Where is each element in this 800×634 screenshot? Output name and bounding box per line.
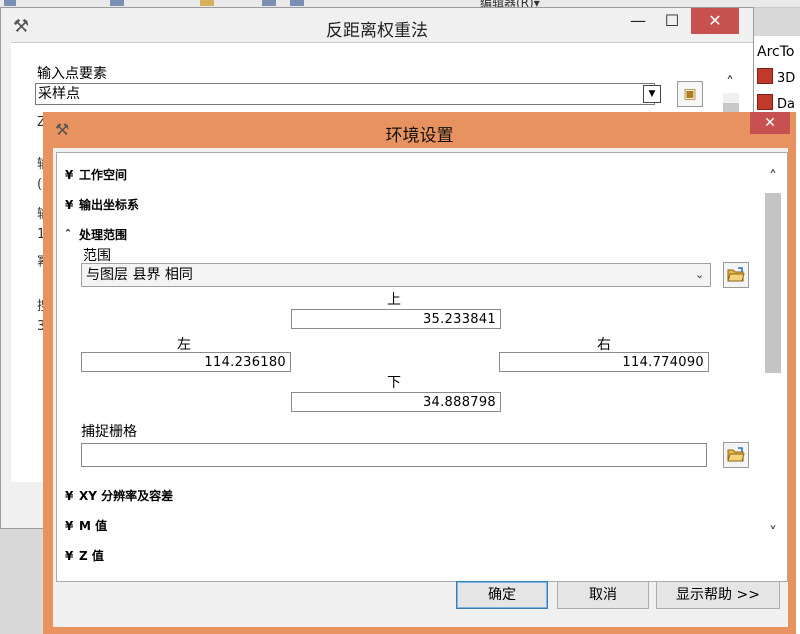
env-settings-list: ¥ 工作空间 ¥ 输出坐标系 ˆ 处理范围 范围 与图层 县界 相同 ⌄ 上 35.2… xyxy=(56,152,788,582)
section-m-values[interactable]: ¥ M 值 xyxy=(65,517,107,534)
minimize-button[interactable]: — xyxy=(621,8,655,34)
extent-label: 范围 xyxy=(83,248,111,264)
extent-left-input[interactable]: 114.236180 xyxy=(81,352,291,372)
toolbar-icon[interactable] xyxy=(110,0,124,6)
input-features-combobox[interactable]: 采样点 xyxy=(35,83,655,105)
chevron-down-icon[interactable]: ▼ xyxy=(643,85,661,103)
open-folder-button[interactable] xyxy=(723,262,749,288)
scroll-up-icon[interactable]: ˄ xyxy=(763,167,783,186)
section-xy-resolution[interactable]: ¥ XY 分辨率及容差 xyxy=(65,487,173,504)
snap-raster-label: 捕捉栅格 xyxy=(81,424,137,440)
chevron-down-icon: ¥ xyxy=(65,519,74,533)
chevron-up-icon: ˆ xyxy=(65,228,71,242)
open-folder-button[interactable] xyxy=(723,442,749,468)
open-folder-icon[interactable]: ▣ xyxy=(677,81,703,107)
extent-left-label: 左 xyxy=(177,337,191,353)
close-icon: ✕ xyxy=(764,115,776,131)
toolbox-icon xyxy=(757,94,773,110)
toolbox-item-data[interactable]: Da xyxy=(757,94,800,112)
chevron-down-icon: ¥ xyxy=(65,168,74,182)
open-folder-icon xyxy=(727,267,745,282)
toolbox-item-3d[interactable]: 3D xyxy=(757,68,800,86)
chevron-down-icon: ¥ xyxy=(65,549,74,563)
snap-raster-input[interactable] xyxy=(81,443,707,467)
toolbar-icon[interactable] xyxy=(290,0,304,6)
extent-right-label: 右 xyxy=(597,337,611,353)
scroll-down-icon[interactable]: ˅ xyxy=(763,523,783,542)
toolbox-icon xyxy=(757,68,773,84)
open-folder-icon xyxy=(727,447,745,462)
chevron-down-icon: ¥ xyxy=(65,489,74,503)
maximize-button[interactable]: ☐ xyxy=(655,8,689,34)
section-z-values[interactable]: ¥ Z 值 xyxy=(65,547,104,564)
extent-top-input[interactable]: 35.233841 xyxy=(291,309,501,329)
ok-button[interactable]: 确定 xyxy=(456,581,548,609)
env-client-area: ¥ 工作空间 ¥ 输出坐标系 ˆ 处理范围 范围 与图层 县界 相同 ⌄ 上 35.2… xyxy=(53,148,788,627)
show-help-button[interactable]: 显示帮助 >> xyxy=(656,581,780,609)
toolbar-icon[interactable] xyxy=(4,0,16,6)
extent-bottom-input[interactable]: 34.888798 xyxy=(291,392,501,412)
env-titlebar: ⚒ 环境设置 ✕ xyxy=(43,112,796,146)
extent-top-label: 上 xyxy=(387,292,401,308)
cancel-button[interactable]: 取消 xyxy=(557,581,649,609)
chevron-down-icon: ¥ xyxy=(65,198,74,212)
close-icon: ✕ xyxy=(708,11,722,30)
arctoolbox-title: ArcTo xyxy=(757,44,795,60)
idw-titlebar: ⚒ 反距离权重法 — ☐ ✕ xyxy=(1,8,753,42)
section-workspace[interactable]: ¥ 工作空间 xyxy=(65,166,127,183)
scrollbar-thumb[interactable] xyxy=(765,193,781,373)
env-title: 环境设置 xyxy=(385,126,454,146)
extent-right-input[interactable]: 114.774090 xyxy=(499,352,709,372)
chevron-down-icon[interactable]: ⌄ xyxy=(695,268,704,281)
close-button[interactable]: ✕ xyxy=(691,8,739,34)
close-button[interactable]: ✕ xyxy=(750,112,790,134)
environment-settings-dialog: ⚒ 环境设置 ✕ ¥ 工作空间 ¥ 输出坐标系 ˆ 处理范围 范围 与图层 县界 相同… xyxy=(43,112,796,634)
scroll-up-icon[interactable]: ˄ xyxy=(721,73,739,92)
extent-bottom-label: 下 xyxy=(387,375,401,391)
toolbar-icon[interactable] xyxy=(262,0,276,6)
toolbar-icon[interactable] xyxy=(200,0,214,6)
section-output-coords[interactable]: ¥ 输出坐标系 xyxy=(65,196,139,213)
extent-dropdown[interactable]: 与图层 县界 相同 xyxy=(81,263,711,287)
input-features-label: 输入点要素 xyxy=(37,66,107,82)
peek-label: ( xyxy=(37,177,43,192)
section-processing-extent[interactable]: ˆ 处理范围 xyxy=(65,226,127,243)
